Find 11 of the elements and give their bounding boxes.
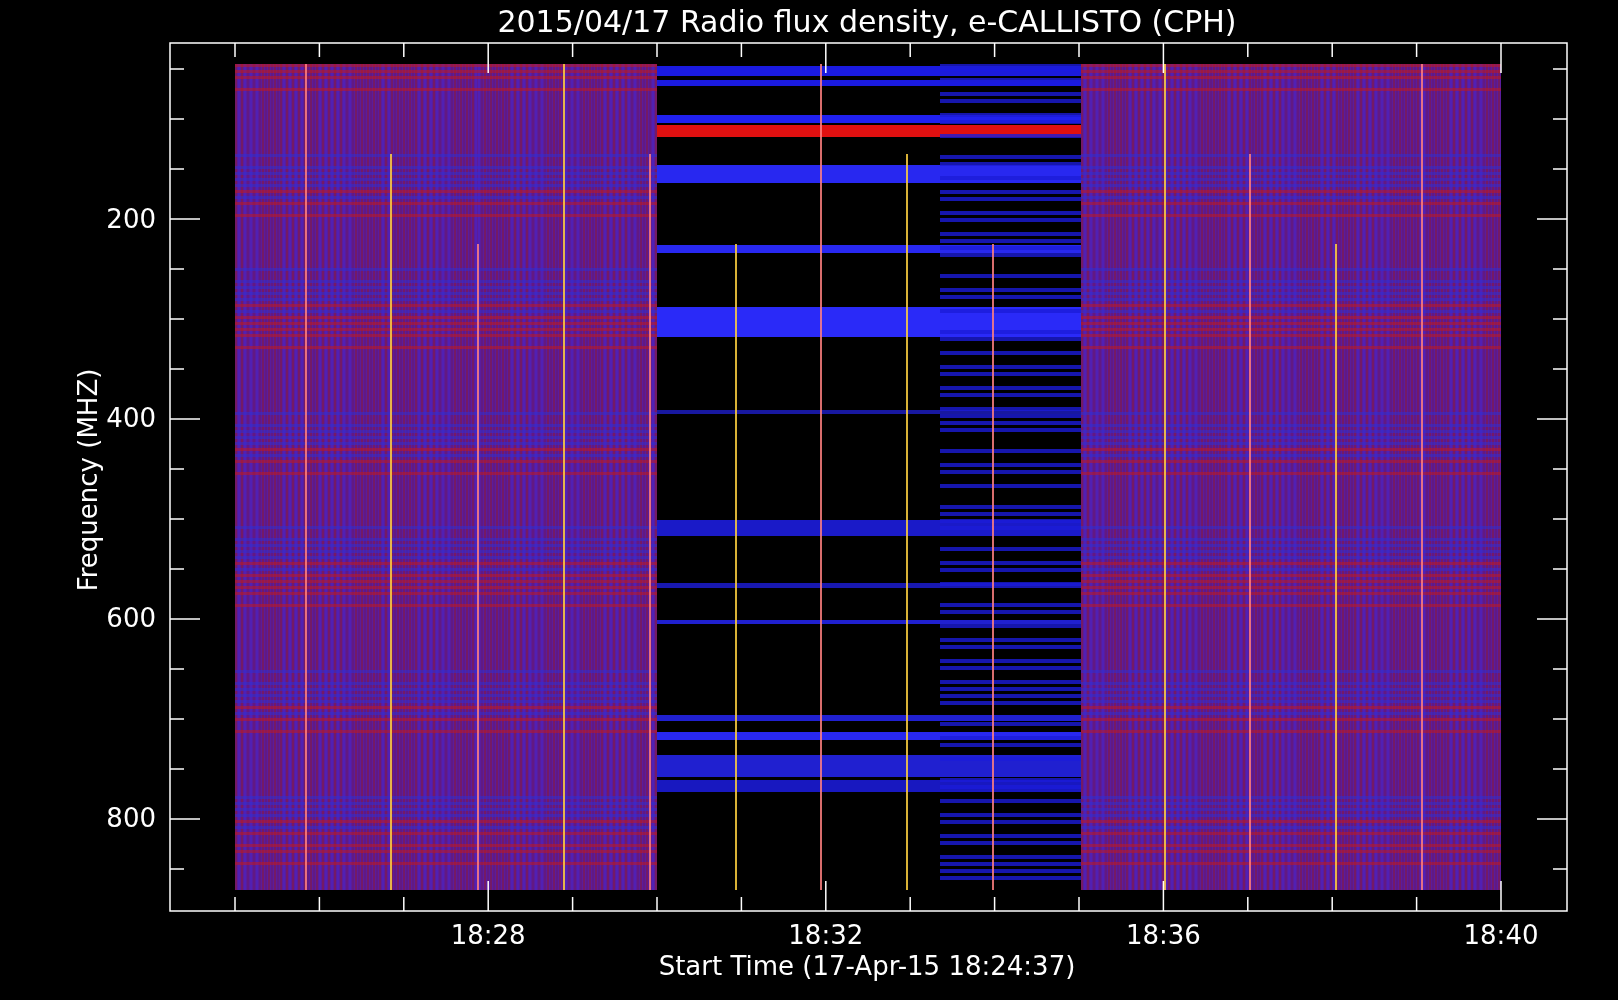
- x-tick-label: 18:40: [1463, 920, 1539, 950]
- y-tick-label: 400: [106, 403, 156, 433]
- y-tick-label: 600: [106, 603, 156, 633]
- x-tick-label: 18:36: [1125, 920, 1201, 950]
- chart-title: 2015/04/17 Radio flux density, e-CALLISTO (CPH): [497, 4, 1237, 39]
- x-tick-label: 18:28: [450, 920, 526, 950]
- x-axis-label: Start Time (17-Apr-15 18:24:37): [658, 951, 1076, 981]
- y-tick-label: 200: [106, 204, 156, 234]
- y-tick-label: 800: [106, 803, 156, 833]
- x-tick-label: 18:32: [788, 920, 864, 950]
- y-axis-label: Frequency (MHZ): [73, 368, 103, 592]
